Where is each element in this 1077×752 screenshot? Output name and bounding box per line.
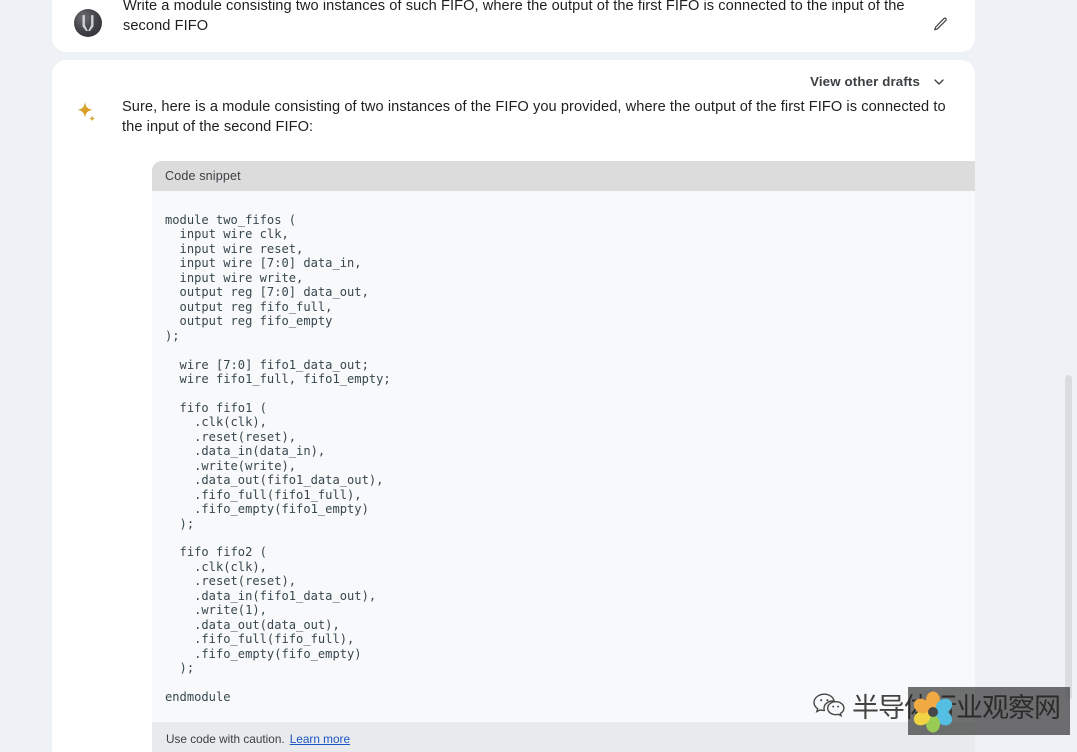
page-root: Write a module consisting two instances …	[0, 0, 1077, 752]
code-caution-text: Use code with caution.	[166, 731, 285, 746]
sparkle-icon	[74, 100, 100, 126]
user-avatar	[74, 9, 102, 37]
learn-more-link[interactable]: Learn more	[290, 732, 350, 746]
vertical-scrollbar-track[interactable]	[1062, 0, 1074, 752]
edit-prompt-button[interactable]	[927, 11, 953, 37]
user-prompt-text: Write a module consisting two instances …	[123, 0, 905, 34]
drafts-row: View other drafts	[52, 60, 975, 94]
user-prompt-card: Write a module consisting two instances …	[52, 0, 975, 52]
view-other-drafts-label: View other drafts	[810, 74, 920, 89]
view-other-drafts-button[interactable]: View other drafts	[808, 71, 949, 93]
assistant-answer-row: Sure, here is a module consisting of two…	[52, 94, 975, 137]
code-snippet-block: Code snippet module two_fifos ( input wi…	[152, 161, 975, 752]
code-snippet-content[interactable]: module two_fifos ( input wire clk, input…	[152, 191, 975, 722]
pencil-icon	[932, 16, 949, 33]
code-caution-footer: Use code with caution. Learn more	[152, 722, 975, 752]
vertical-scrollbar-thumb[interactable]	[1065, 375, 1072, 700]
code-snippet-header: Code snippet	[152, 161, 975, 191]
assistant-answer-text: Sure, here is a module consisting of two…	[122, 99, 946, 135]
assistant-response-card: View other drafts Sure, here is a module…	[52, 60, 975, 752]
chevron-down-icon	[931, 74, 947, 90]
